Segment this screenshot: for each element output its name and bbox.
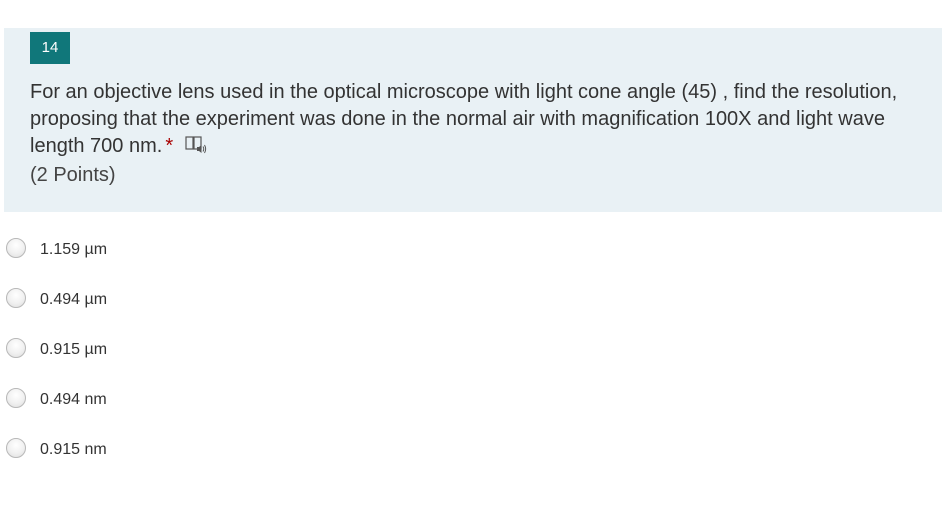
immersive-reader-icon[interactable]	[185, 135, 207, 155]
radio-button[interactable]	[6, 388, 26, 408]
question-number-badge: 14	[30, 32, 70, 64]
question-card: 14 For an objective lens used in the opt…	[4, 28, 942, 212]
radio-button[interactable]	[6, 338, 26, 358]
answer-option-label: 0.494 nm	[40, 391, 107, 408]
question-text-block: For an objective lens used in the optica…	[30, 79, 920, 160]
required-marker: *	[165, 135, 174, 157]
answer-option[interactable]: 0.494 µm	[4, 282, 404, 332]
answer-option[interactable]: 0.915 µm	[4, 332, 404, 382]
answer-option[interactable]: 0.915 nm	[4, 432, 404, 482]
answer-option[interactable]: 1.159 µm	[4, 232, 404, 282]
answer-option-label: 0.915 µm	[40, 341, 108, 358]
answer-option-label: 0.915 nm	[40, 441, 107, 458]
question-text: For an objective lens used in the optica…	[30, 81, 898, 157]
radio-button[interactable]	[6, 288, 26, 308]
answer-option-label: 1.159 µm	[40, 241, 108, 258]
answer-option[interactable]: 0.494 nm	[4, 382, 404, 432]
radio-button[interactable]	[6, 238, 26, 258]
answer-option-label: 0.494 µm	[40, 291, 108, 308]
question-points: (2 Points)	[30, 164, 116, 186]
radio-button[interactable]	[6, 438, 26, 458]
answer-options: 1.159 µm 0.494 µm 0.915 µm 0.494 nm 0.91…	[4, 232, 404, 482]
